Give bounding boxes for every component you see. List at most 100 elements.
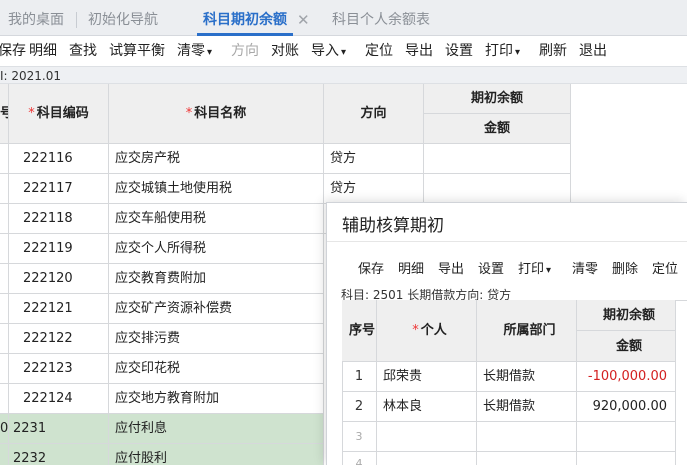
print-dropdown[interactable]: 打印 ▾ [485,36,520,66]
code-cell[interactable]: 222119 [9,234,109,264]
detail-button[interactable]: 明细 [29,36,57,66]
department-cell[interactable] [477,452,577,465]
settings-button[interactable]: 设置 [445,36,473,66]
print-label: 打印 [485,43,513,59]
close-icon[interactable]: ✕ [297,0,310,36]
auxiliary-opening-dialog: 辅助核算期初 保存 明细 导出 设置 打印 ▾ 清零 删除 定位 科目: 2501… [326,202,687,465]
dialog-save-button[interactable]: 保存 [358,259,384,281]
clear-zero-label: 清零 [177,43,205,59]
amount-cell[interactable]: -100,000.00 [577,362,676,392]
name-cell[interactable]: 应交房产税 [109,144,324,174]
name-cell[interactable]: 应付股利 [109,444,324,465]
row-index-cell [0,384,9,414]
row-index-cell [0,174,9,204]
col-header-index: 序号 [342,300,377,362]
import-label: 导入 [311,43,339,59]
department-cell[interactable] [477,422,577,452]
code-cell[interactable]: 222117 [9,174,109,204]
department-cell[interactable]: 长期借款 [477,392,577,422]
import-dropdown[interactable]: 导入 ▾ [311,36,346,66]
col-header-name: * 科目名称 [109,84,324,144]
name-cell[interactable]: 应交矿产资源补偿费 [109,294,324,324]
col-header-direction: 方向 [324,84,424,144]
code-cell[interactable]: 222121 [9,294,109,324]
name-cell[interactable]: 应交地方教育附加 [109,384,324,414]
dialog-title: 辅助核算期初 [342,216,444,236]
code-cell[interactable]: 222122 [9,324,109,354]
name-cell[interactable]: 应交印花税 [109,354,324,384]
export-button[interactable]: 导出 [405,36,433,66]
dialog-detail-button[interactable]: 明细 [398,259,424,281]
name-cell[interactable]: 应交车船使用税 [109,204,324,234]
code-cell[interactable]: 2232 [9,444,109,465]
col-header-code-label: 科目编码 [36,106,89,121]
tab-bar: 我的桌面 初始化导航 科目期初余额 ✕ 科目个人余额表 [0,0,687,36]
person-cell[interactable] [377,452,477,465]
amount-cell[interactable] [577,422,676,452]
main-toolbar: 保存 明细 查找 试算平衡 清零 ▾ 方向 对账 导入 ▾ 定位 导出 设置 打印 ▾… [0,36,687,66]
row-index-cell: 2 [342,392,377,422]
person-cell[interactable]: 邱荣贵 [377,362,477,392]
code-cell[interactable]: 222124 [9,384,109,414]
dialog-print-label: 打印 [518,262,545,277]
tab-init-navigation[interactable]: 初始化导航 [88,0,158,36]
dialog-settings-button[interactable]: 设置 [478,259,504,281]
dialog-clear-zero-button[interactable]: 清零 [572,259,598,281]
row-index-cell [0,324,9,354]
code-cell[interactable]: 2231 [9,414,109,444]
reconcile-button[interactable]: 对账 [271,36,299,66]
locate-button[interactable]: 定位 [365,36,393,66]
col-header-amount: 金额 [577,331,676,362]
person-cell[interactable] [377,422,477,452]
col-header-amount: 金额 [424,114,571,144]
code-cell[interactable]: 222120 [9,264,109,294]
row-index-cell [0,204,9,234]
code-cell[interactable]: 222118 [9,204,109,234]
col-header-index: 号 [0,84,9,144]
name-cell[interactable]: 应交排污费 [109,324,324,354]
col-header-code: * 科目编码 [9,84,109,144]
dialog-export-button[interactable]: 导出 [438,259,464,281]
chevron-down-icon: ▾ [546,265,552,276]
row-index-cell [0,144,9,174]
dialog-locate-button[interactable]: 定位 [652,259,678,281]
chevron-down-icon: ▾ [207,47,213,58]
name-cell[interactable]: 应交城镇土地使用税 [109,174,324,204]
chevron-down-icon: ▾ [515,47,521,58]
direction-button[interactable]: 方向 [231,36,259,66]
col-header-person: * 个人 [377,300,477,362]
chevron-down-icon: ▾ [341,47,347,58]
row-index-cell [0,444,9,465]
amount-cell[interactable] [424,174,571,204]
refresh-button[interactable]: 刷新 [539,36,567,66]
tab-my-desktop[interactable]: 我的桌面 [8,0,64,36]
dialog-print-dropdown[interactable]: 打印 ▾ [518,259,551,281]
tab-subject-opening-balance[interactable]: 科目期初余额 [197,0,293,36]
dialog-delete-button[interactable]: 删除 [612,259,638,281]
period-label: I: 2021.01 [0,66,687,84]
row-index-cell [0,264,9,294]
find-button[interactable]: 查找 [69,36,97,66]
row-index-cell: 0 [0,414,9,444]
name-cell[interactable]: 应交教育费附加 [109,264,324,294]
direction-cell[interactable]: 贷方 [324,144,424,174]
code-cell[interactable]: 222123 [9,354,109,384]
name-cell[interactable]: 应付利息 [109,414,324,444]
exit-button[interactable]: 退出 [579,36,607,66]
tab-subject-personal-balance[interactable]: 科目个人余额表 [332,0,430,36]
save-button[interactable]: 保存 [0,36,26,66]
col-header-name-label: 科目名称 [194,106,247,121]
trial-balance-button[interactable]: 试算平衡 [109,36,165,66]
row-index-cell: 1 [342,362,377,392]
amount-cell[interactable] [577,452,676,465]
direction-cell[interactable]: 贷方 [324,174,424,204]
name-cell[interactable]: 应交个人所得税 [109,234,324,264]
department-cell[interactable]: 长期借款 [477,362,577,392]
amount-cell[interactable]: 920,000.00 [577,392,676,422]
amount-cell[interactable] [424,144,571,174]
clear-zero-dropdown[interactable]: 清零 ▾ [177,36,212,66]
person-cell[interactable]: 林本良 [377,392,477,422]
code-cell[interactable]: 222116 [9,144,109,174]
row-index-cell: 3 [342,422,377,452]
tab-divider [76,12,77,28]
